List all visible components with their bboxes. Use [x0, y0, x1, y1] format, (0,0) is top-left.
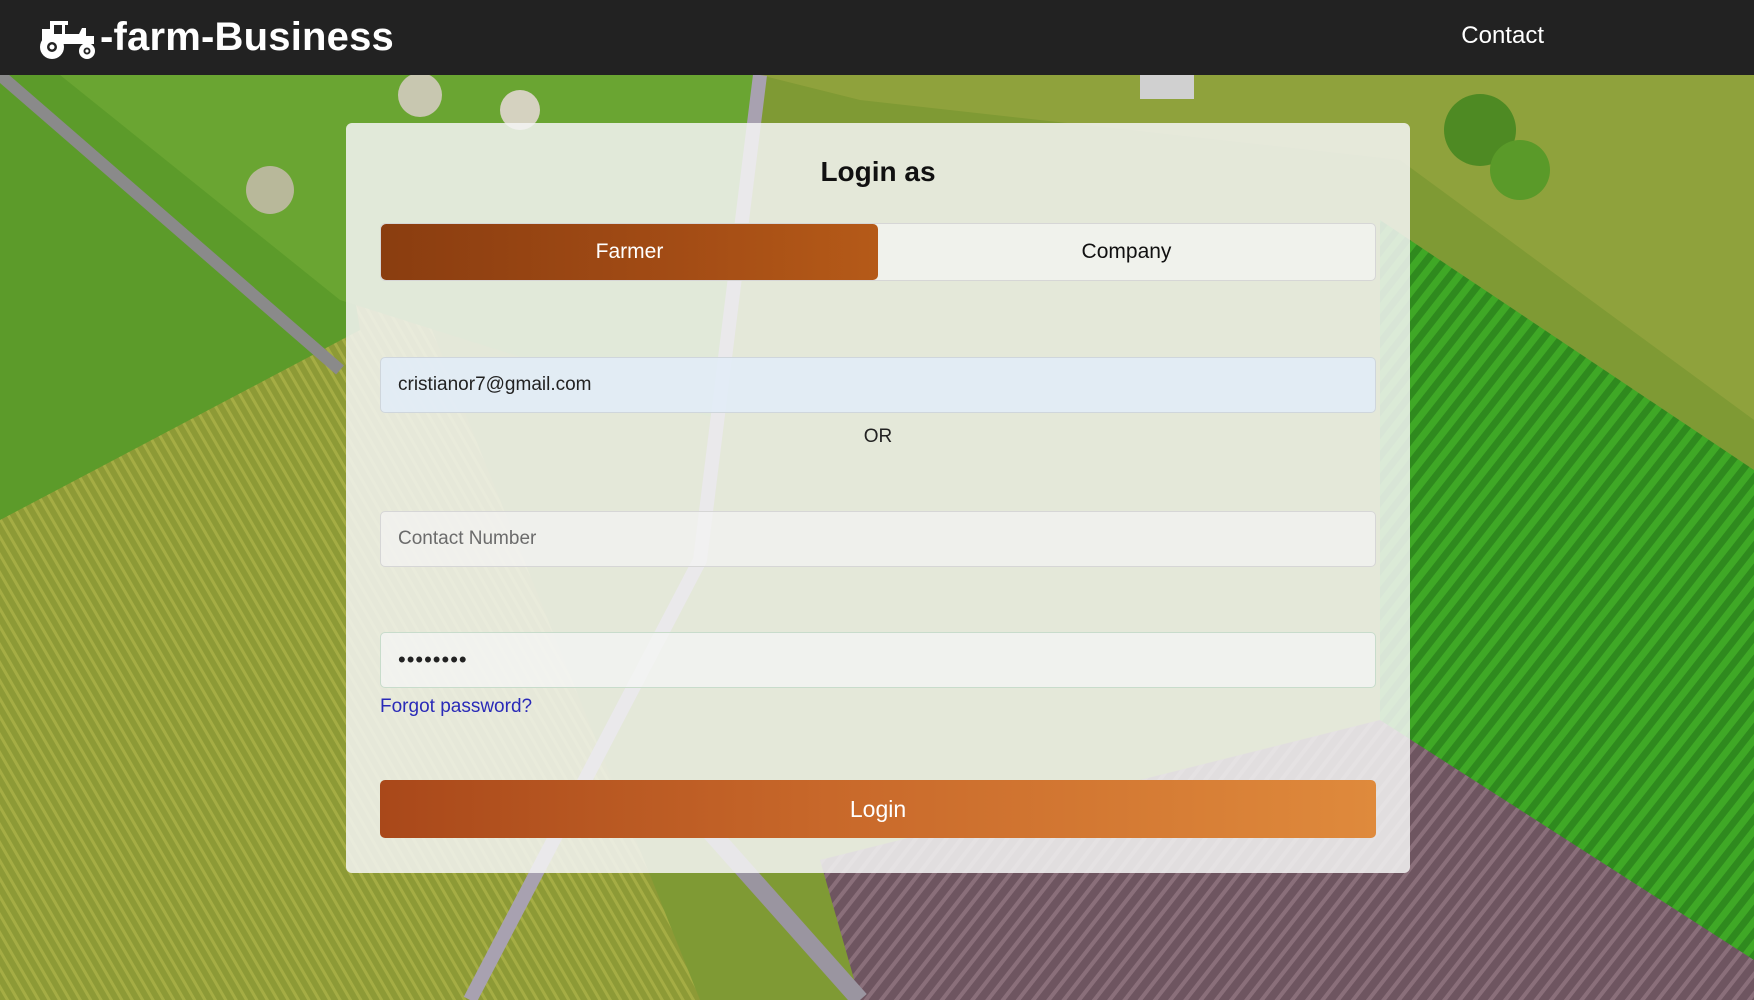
brand-logo[interactable]: -farm-Business [36, 15, 394, 61]
nav-contact-link[interactable]: Contact [1461, 22, 1544, 50]
login-button[interactable]: Login [380, 780, 1376, 838]
role-company-button[interactable]: Company [878, 224, 1375, 280]
contact-number-input[interactable] [380, 511, 1376, 567]
brand-name: -farm-Business [100, 15, 394, 59]
login-title: Login as [820, 156, 936, 187]
forgot-password-link[interactable]: Forgot password? [380, 696, 532, 718]
role-farmer-button[interactable]: Farmer [381, 224, 878, 280]
role-switch: Farmer Company [380, 223, 1376, 281]
password-input[interactable] [380, 632, 1376, 688]
tractor-icon [36, 15, 102, 61]
login-card: Login as Farmer Company OR Forgot passwo… [346, 123, 1410, 873]
or-divider: OR [863, 426, 893, 447]
email-input[interactable] [380, 357, 1376, 413]
top-navbar: -farm-Business Contact [0, 0, 1754, 75]
